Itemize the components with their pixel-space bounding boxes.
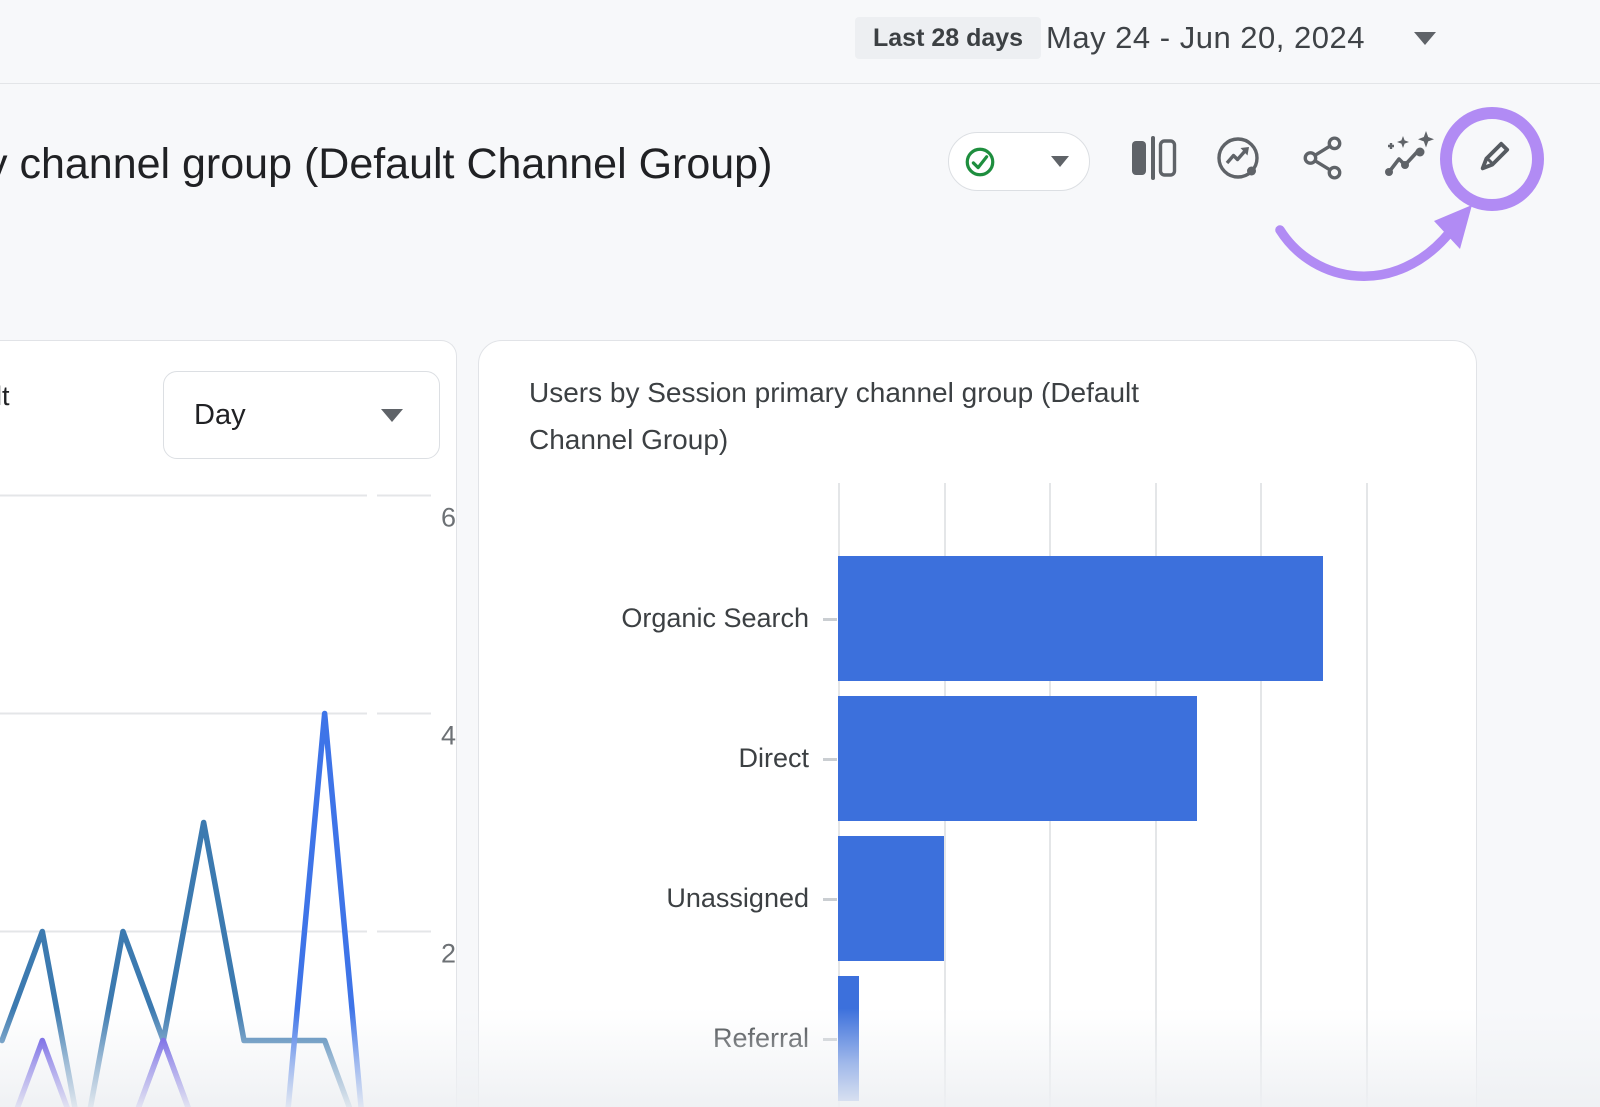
bar-referral[interactable]	[838, 976, 859, 1101]
comparison-icon[interactable]	[1127, 135, 1179, 181]
bar-direct[interactable]	[838, 696, 1197, 821]
gridline	[1366, 483, 1368, 1107]
axis-tick	[823, 1038, 837, 1041]
check-circle-icon	[963, 145, 997, 179]
share-icon[interactable]	[1300, 135, 1346, 181]
bar-chart-card: Users by Session primary channel group (…	[478, 340, 1477, 1107]
sparkline-insights-icon[interactable]	[1382, 130, 1438, 182]
granularity-select[interactable]: Day	[163, 371, 440, 459]
line-chart-title-fragment: lt	[0, 381, 10, 412]
bar-chart-title-line2: Channel Group)	[529, 416, 728, 463]
y-axis-tick-label: 6	[441, 503, 456, 533]
date-range-value[interactable]: May 24 - Jun 20, 2024	[1046, 20, 1365, 56]
axis-tick	[823, 618, 837, 621]
ga4-report-screen: Last 28 days May 24 - Jun 20, 2024 y cha…	[0, 0, 1600, 1107]
data-quality-pill[interactable]	[948, 132, 1090, 191]
insights-icon[interactable]	[1214, 134, 1262, 182]
y-axis-tick-label: 2	[441, 939, 456, 969]
bar-category-label: Referral	[479, 976, 809, 1101]
page-title: y channel group (Default Channel Group)	[0, 126, 932, 202]
annotation-curved-arrow	[1280, 230, 1450, 276]
bar-organic-search[interactable]	[838, 556, 1323, 681]
y-axis-tick-label: 4	[441, 721, 456, 751]
bar-unassigned[interactable]	[838, 836, 944, 961]
line-series-indigo-series[interactable]	[2, 1041, 365, 1107]
granularity-chevron-down-icon	[381, 409, 403, 422]
granularity-value: Day	[194, 399, 246, 432]
page-title-clip: y channel group (Default Channel Group)	[0, 126, 932, 202]
line-chart-card: lt Day 6 4 2	[0, 340, 457, 1107]
pill-chevron-down-icon	[1051, 156, 1069, 167]
edit-pencil-icon[interactable]	[1470, 137, 1514, 181]
bar-category-label: Unassigned	[479, 836, 809, 961]
line-series-bright-blue-series[interactable]	[2, 714, 365, 1107]
bar-category-label: Direct	[479, 696, 809, 821]
axis-tick	[823, 898, 837, 901]
top-bar: Last 28 days May 24 - Jun 20, 2024	[0, 0, 1600, 84]
line-chart-svg: 6 4 2	[0, 481, 457, 1107]
bar-category-label: Organic Search	[479, 556, 809, 681]
date-range-chevron-down-icon[interactable]	[1414, 32, 1436, 45]
bar-chart-title-line1: Users by Session primary channel group (…	[529, 369, 1139, 416]
date-range-preset-badge[interactable]: Last 28 days	[855, 17, 1041, 59]
axis-tick	[823, 758, 837, 761]
annotation-arrowhead	[1434, 205, 1472, 249]
